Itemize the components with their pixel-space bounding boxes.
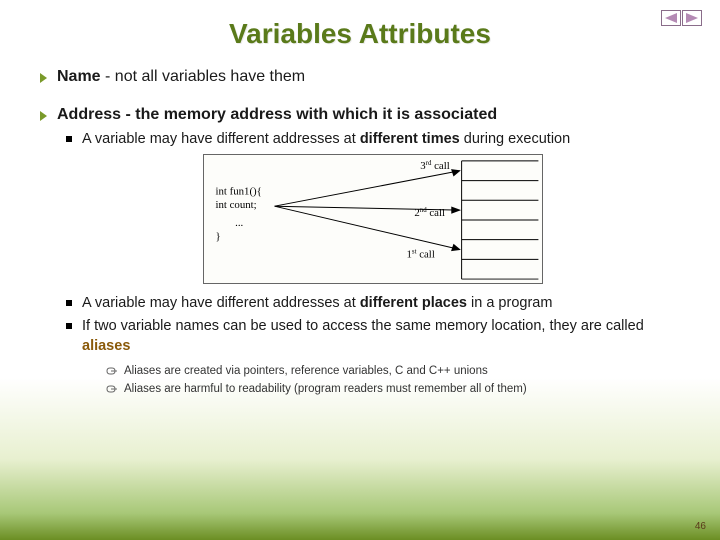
sub2-a: A variable may have different addresses … <box>82 295 360 311</box>
sub2-c: in a program <box>467 295 552 311</box>
sub2-b: different places <box>360 295 467 311</box>
arrow-right-icon <box>686 13 698 23</box>
sub2-text: A variable may have different addresses … <box>82 294 552 314</box>
sub1-c: during execution <box>460 131 570 147</box>
sub-item: A variable may have different addresses … <box>66 294 680 314</box>
code-line-3: ... <box>235 216 243 228</box>
content: Name - not all variables have them Addre… <box>0 50 720 397</box>
bullet-address: Address - the memory address with which … <box>40 106 680 124</box>
call2-label: 2nd call <box>414 207 445 219</box>
tiny-list: Aliases are created via pointers, refere… <box>106 364 680 397</box>
sub1-a: A variable may have different addresses … <box>82 131 360 147</box>
addr-rest: - the memory address with which it is as… <box>121 106 497 123</box>
chain-icon <box>106 366 118 376</box>
name-label: Name <box>57 68 101 85</box>
addr-label: Address <box>57 106 121 123</box>
memory-stack <box>462 160 539 278</box>
square-bullet-icon <box>66 323 72 329</box>
code-line-4: } <box>215 230 220 242</box>
diagram-wrap: int fun1(){ int count; ... } <box>66 154 680 284</box>
bullet-name-text: Name - not all variables have them <box>57 68 305 86</box>
bullet-name: Name - not all variables have them <box>40 68 680 86</box>
code-line-2: int count; <box>215 199 256 211</box>
call1-label: 1st call <box>406 248 434 260</box>
sub1-text: A variable may have different addresses … <box>82 130 570 150</box>
tiny1-text: Aliases are created via pointers, refere… <box>124 364 488 380</box>
code-line-1: int fun1(){ <box>215 185 261 197</box>
arrow-left-icon <box>665 13 677 23</box>
sub-item: If two variable names can be used to acc… <box>66 317 680 356</box>
chain-icon <box>106 384 118 394</box>
triangle-bullet-icon <box>40 73 47 83</box>
prev-button[interactable] <box>661 10 681 26</box>
call3-label: 3rd call <box>420 159 450 171</box>
tiny-item: Aliases are harmful to readability (prog… <box>106 382 680 398</box>
sub3-b: aliases <box>82 338 130 354</box>
square-bullet-icon <box>66 300 72 306</box>
sub3-a: If two variable names can be used to acc… <box>82 318 644 334</box>
sub3-text: If two variable names can be used to acc… <box>82 317 680 356</box>
sub1-b: different times <box>360 131 460 147</box>
square-bullet-icon <box>66 136 72 142</box>
nav-arrows <box>661 10 702 26</box>
tiny-item: Aliases are created via pointers, refere… <box>106 364 680 380</box>
memory-diagram: int fun1(){ int count; ... } <box>203 154 543 284</box>
tiny2-text: Aliases are harmful to readability (prog… <box>124 382 527 398</box>
sub-list: A variable may have different addresses … <box>66 130 680 397</box>
sub-item: A variable may have different addresses … <box>66 130 680 150</box>
page-title: Variables Attributes <box>0 0 720 50</box>
next-button[interactable] <box>682 10 702 26</box>
page-number: 46 <box>695 521 706 532</box>
name-rest: - not all variables have them <box>101 68 306 85</box>
bullet-address-text: Address - the memory address with which … <box>57 106 497 124</box>
triangle-bullet-icon <box>40 111 47 121</box>
